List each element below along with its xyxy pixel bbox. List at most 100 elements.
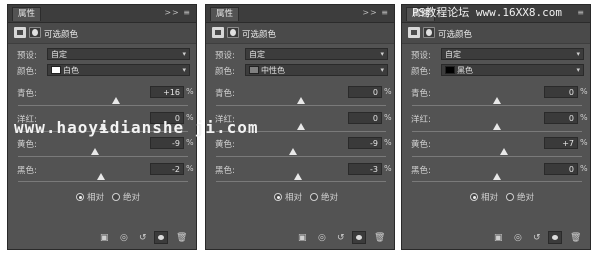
view-previous-icon[interactable]: ◎ bbox=[120, 233, 128, 243]
cyan-label: 青色: bbox=[215, 89, 235, 99]
cyan-value[interactable]: 0 bbox=[348, 86, 382, 98]
magenta-unit: % bbox=[580, 113, 588, 122]
visibility-icon[interactable] bbox=[548, 231, 562, 244]
cyan-value[interactable]: 0 bbox=[544, 86, 578, 98]
black-slider-thumb[interactable] bbox=[97, 173, 105, 180]
view-previous-icon[interactable]: ◎ bbox=[318, 233, 326, 243]
delete-icon[interactable]: 🗑 bbox=[176, 233, 187, 243]
yellow-label: 黄色: bbox=[411, 140, 431, 150]
cyan-slider-track[interactable] bbox=[216, 105, 386, 106]
yellow-value[interactable]: -9 bbox=[150, 137, 184, 149]
radio-relative[interactable] bbox=[76, 193, 84, 201]
clip-to-layer-icon[interactable]: ▣ bbox=[298, 233, 307, 243]
panel-footer: ▣ ◎ ↺ 🗑 bbox=[402, 227, 590, 249]
clip-to-layer-icon[interactable]: ▣ bbox=[100, 233, 109, 243]
yellow-slider-track[interactable] bbox=[412, 156, 582, 157]
colors-label: 颜色: bbox=[215, 67, 235, 77]
radio-relative[interactable] bbox=[470, 193, 478, 201]
cyan-slider-thumb[interactable] bbox=[112, 97, 120, 104]
panel-footer: ▣ ◎ ↺ 🗑 bbox=[8, 227, 196, 249]
chevron-down-icon: ▾ bbox=[380, 50, 384, 58]
clip-to-layer-icon[interactable]: ▣ bbox=[494, 233, 503, 243]
yellow-value[interactable]: -9 bbox=[348, 137, 382, 149]
watermark-left: www.haoyidianshe ji.com bbox=[14, 118, 259, 137]
magenta-slider-track[interactable] bbox=[412, 131, 582, 132]
yellow-slider-track[interactable] bbox=[18, 156, 188, 157]
reset-icon[interactable]: ↺ bbox=[139, 233, 147, 243]
reset-icon[interactable]: ↺ bbox=[337, 233, 345, 243]
mask-icon[interactable] bbox=[29, 27, 41, 38]
black-slider-thumb[interactable] bbox=[294, 173, 302, 180]
radio-absolute[interactable] bbox=[112, 193, 120, 201]
preset-value: 自定 bbox=[445, 50, 461, 59]
tab-properties[interactable]: 属性 bbox=[12, 7, 42, 21]
panel-menu-icon[interactable]: >> ≡ bbox=[164, 8, 191, 18]
color-swatch bbox=[51, 66, 61, 74]
yellow-slider-thumb[interactable] bbox=[289, 148, 297, 155]
preset-label: 预设: bbox=[17, 51, 37, 61]
panel-menu-icon[interactable]: ≡ bbox=[577, 8, 585, 18]
view-previous-icon[interactable]: ◎ bbox=[514, 233, 522, 243]
preset-select[interactable]: 自定 ▾ bbox=[47, 48, 190, 60]
yellow-unit: % bbox=[580, 138, 588, 147]
mask-icon[interactable] bbox=[227, 27, 239, 38]
mask-icon[interactable] bbox=[423, 27, 435, 38]
cyan-value[interactable]: +16 bbox=[150, 86, 184, 98]
black-slider-track[interactable] bbox=[412, 181, 582, 182]
black-value[interactable]: -2 bbox=[150, 163, 184, 175]
panel-titlebar: 属性 >> ≡ bbox=[206, 5, 394, 23]
radio-absolute-label: 绝对 bbox=[517, 193, 535, 203]
properties-panel-3: 属性 ≡ 可选颜色 预设: 自定 ▾ 颜色: 黑色 ▾ 青色: 0 % 洋红: … bbox=[401, 4, 591, 250]
cyan-label: 青色: bbox=[411, 89, 431, 99]
black-slider-track[interactable] bbox=[18, 181, 188, 182]
black-label: 黑色: bbox=[215, 166, 235, 176]
colors-value: 中性色 bbox=[261, 66, 285, 75]
delete-icon[interactable]: 🗑 bbox=[374, 233, 385, 243]
cyan-label: 青色: bbox=[17, 89, 37, 99]
preset-select[interactable]: 自定 ▾ bbox=[441, 48, 584, 60]
black-value[interactable]: -3 bbox=[348, 163, 382, 175]
magenta-value[interactable]: 0 bbox=[544, 112, 578, 124]
yellow-slider-thumb[interactable] bbox=[91, 148, 99, 155]
chevron-down-icon: ▾ bbox=[380, 66, 384, 74]
delete-icon[interactable]: 🗑 bbox=[570, 233, 581, 243]
radio-absolute[interactable] bbox=[506, 193, 514, 201]
radio-absolute[interactable] bbox=[310, 193, 318, 201]
black-slider-track[interactable] bbox=[216, 181, 386, 182]
reset-icon[interactable]: ↺ bbox=[533, 233, 541, 243]
visibility-icon[interactable] bbox=[154, 231, 168, 244]
radio-relative[interactable] bbox=[274, 193, 282, 201]
radio-relative-label: 相对 bbox=[285, 193, 303, 203]
cyan-slider-thumb[interactable] bbox=[493, 97, 501, 104]
panel-menu-icon[interactable]: >> ≡ bbox=[362, 8, 389, 18]
color-swatch bbox=[249, 66, 259, 74]
preset-label: 预设: bbox=[411, 51, 431, 61]
preset-select[interactable]: 自定 ▾ bbox=[245, 48, 388, 60]
yellow-slider-thumb[interactable] bbox=[500, 148, 508, 155]
black-value[interactable]: 0 bbox=[544, 163, 578, 175]
cyan-unit: % bbox=[580, 87, 588, 96]
adjustment-title: 可选颜色 bbox=[242, 30, 277, 40]
yellow-value[interactable]: +7 bbox=[544, 137, 578, 149]
black-slider-thumb[interactable] bbox=[493, 173, 501, 180]
tab-properties[interactable]: 属性 bbox=[210, 7, 240, 21]
radio-relative-label: 相对 bbox=[481, 193, 499, 203]
chevron-down-icon: ▾ bbox=[182, 66, 186, 74]
colors-select[interactable]: 黑色 ▾ bbox=[441, 64, 584, 76]
cyan-slider-track[interactable] bbox=[412, 105, 582, 106]
magenta-slider-thumb[interactable] bbox=[297, 123, 305, 130]
visibility-icon[interactable] bbox=[352, 231, 366, 244]
colors-select[interactable]: 白色 ▾ bbox=[47, 64, 190, 76]
cyan-slider-thumb[interactable] bbox=[297, 97, 305, 104]
panel-footer: ▣ ◎ ↺ 🗑 bbox=[206, 227, 394, 249]
magenta-slider-thumb[interactable] bbox=[493, 123, 501, 130]
yellow-slider-track[interactable] bbox=[216, 156, 386, 157]
magenta-value[interactable]: 0 bbox=[348, 112, 382, 124]
adjustment-header: 可选颜色 bbox=[206, 23, 394, 44]
cyan-slider-track[interactable] bbox=[18, 105, 188, 106]
color-swatch bbox=[445, 66, 455, 74]
colors-select[interactable]: 中性色 ▾ bbox=[245, 64, 388, 76]
adjustment-header: 可选颜色 bbox=[8, 23, 196, 44]
magenta-label: 洋红: bbox=[411, 115, 431, 125]
black-label: 黑色: bbox=[411, 166, 431, 176]
